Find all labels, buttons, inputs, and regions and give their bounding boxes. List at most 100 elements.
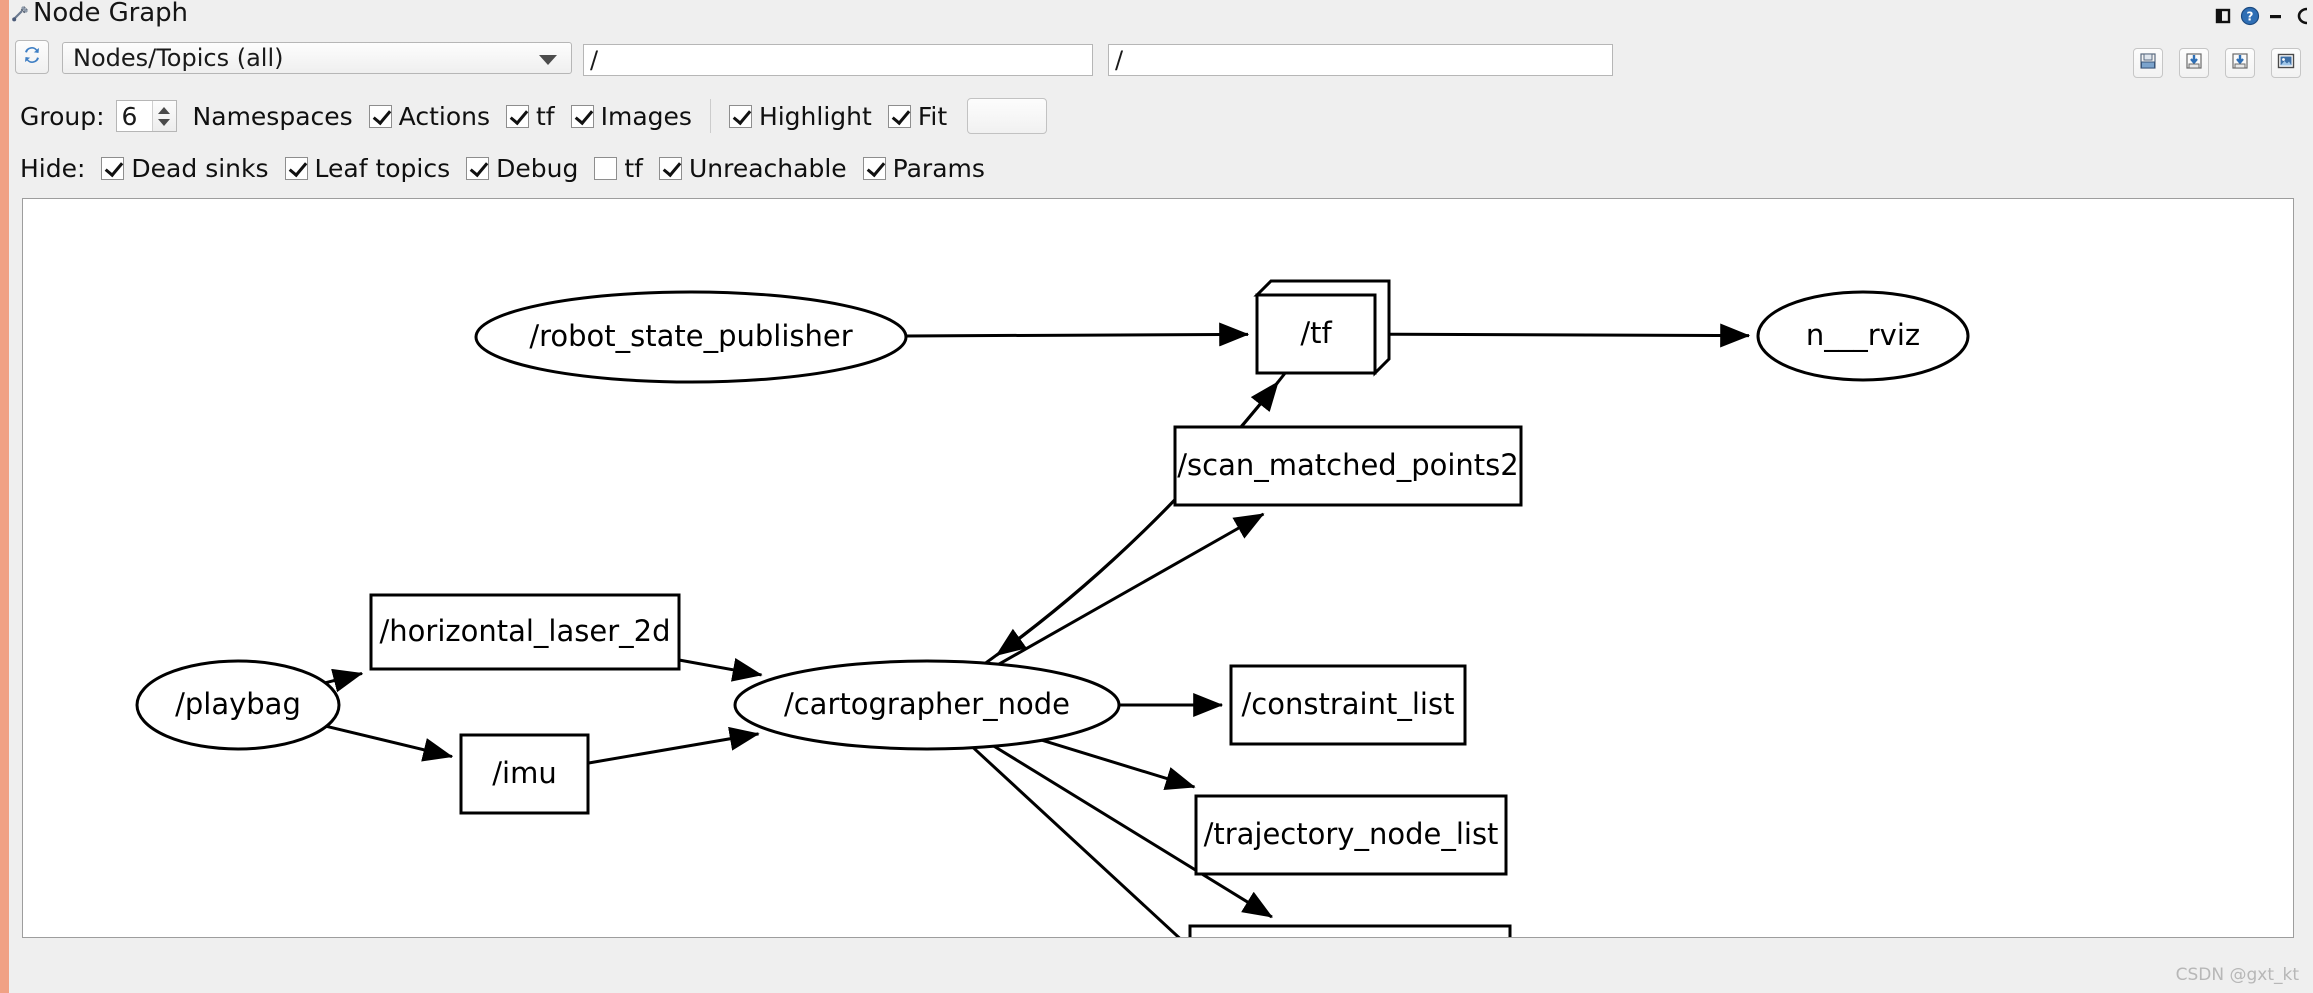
- group-value: 6: [121, 101, 138, 131]
- checkbox-images[interactable]: Images: [570, 101, 692, 131]
- checkbox-label: Actions: [398, 101, 490, 131]
- graph-node-trajectory_node_list[interactable]: /trajectory_node_list: [1194, 794, 1508, 876]
- checkbox-fit[interactable]: Fit: [887, 102, 947, 131]
- graph-node-constraint_list[interactable]: /constraint_list: [1229, 664, 1467, 746]
- graph-node-label: /trajectory_node_list: [1204, 817, 1499, 851]
- graph-node-imu[interactable]: /imu: [459, 733, 590, 815]
- chevron-down-icon: [539, 55, 557, 65]
- fit-in-view-button[interactable]: [967, 98, 1048, 134]
- refresh-icon: [21, 44, 43, 70]
- topic-filter-input[interactable]: /: [1108, 44, 1613, 76]
- checkbox-box[interactable]: [887, 104, 911, 128]
- group-spinner-buttons[interactable]: [151, 101, 176, 131]
- hide-options-row: Hide: Dead sinks Leaf topics Debug tf Un…: [20, 152, 985, 184]
- graph-node-horizontal_laser_2d[interactable]: /horizontal_laser_2d: [369, 593, 681, 671]
- refresh-button[interactable]: [15, 40, 49, 74]
- status-bar: CSDN @gxt_kt: [9, 945, 2313, 993]
- graph-node-playbag[interactable]: /playbag: [135, 659, 341, 751]
- graph-node-cartographer_node[interactable]: /cartographer_node: [733, 659, 1121, 751]
- checkbox-label: Highlight: [758, 101, 872, 131]
- checkbox-box[interactable]: [862, 156, 886, 180]
- spinner-up-icon[interactable]: [158, 106, 171, 114]
- graph-edge-cartographer_node-to-tf: [984, 381, 1280, 665]
- namespaces-label: Namespaces: [192, 101, 353, 131]
- graph-node-label: n___rviz: [1806, 318, 1920, 352]
- checkbox-actions[interactable]: Actions: [368, 101, 490, 131]
- toolbar-right-buttons: [2133, 48, 2301, 78]
- checkbox-box[interactable]: [658, 156, 682, 180]
- checkbox-box[interactable]: [101, 156, 125, 180]
- close-icon[interactable]: [2291, 5, 2313, 27]
- graph-type-select[interactable]: Nodes/Topics (all): [62, 42, 572, 74]
- checkbox-label: Leaf topics: [314, 153, 451, 183]
- checkbox-label: Images: [600, 101, 692, 131]
- open-folder-icon: [2138, 51, 2158, 75]
- graph-node-n_rviz[interactable]: n___rviz: [1756, 290, 1970, 382]
- graph-node-label: /horizontal_laser_2d: [380, 614, 671, 648]
- save-down-icon: [2230, 51, 2250, 75]
- checkbox-hide-tf[interactable]: tf: [594, 154, 643, 183]
- graph-edge-imu-to-cartographer_node: [587, 726, 760, 765]
- tools-icon: [11, 3, 31, 23]
- graph-node-tf[interactable]: /tf: [1253, 279, 1391, 377]
- checkbox-box[interactable]: [594, 156, 618, 180]
- node-graph-window: Node Graph ? Nodes/Topics (all) / / Grou…: [0, 0, 2313, 993]
- checkbox-box[interactable]: [728, 104, 752, 128]
- checkbox-box[interactable]: [466, 156, 490, 180]
- load-dot-button[interactable]: [2133, 48, 2163, 78]
- checkbox-debug[interactable]: Debug: [466, 154, 578, 183]
- title-bar: Node Graph ?: [9, 0, 2313, 32]
- graph-node-label: /scan_matched_points2: [1177, 448, 1518, 482]
- node-filter-input[interactable]: /: [583, 44, 1093, 76]
- minimize-icon[interactable]: [2265, 5, 2287, 27]
- hide-label: Hide:: [20, 153, 86, 183]
- graph-nodes: /robot_state_publisher/tf n___rviz/scan_m…: [135, 279, 1970, 937]
- ros-node-graph: /robot_state_publisher/tf n___rviz/scan_m…: [135, 279, 1970, 937]
- checkbox-label: tf: [536, 101, 555, 131]
- checkbox-box[interactable]: [284, 156, 308, 180]
- graph-node-label: /imu: [492, 756, 556, 790]
- graph-edge-cartographer_node-to-trajectory_node_list: [1041, 738, 1196, 791]
- graph-node-label: /robot_state_publisher: [529, 319, 852, 353]
- save-image-button[interactable]: [2271, 48, 2301, 78]
- svg-text:?: ?: [2247, 10, 2254, 24]
- save-dot-button[interactable]: [2179, 48, 2209, 78]
- checkbox-label: tf: [624, 153, 643, 183]
- checkbox-box[interactable]: [506, 104, 529, 128]
- graph-node-landmark_poses_list[interactable]: /landmark_poses_list: [1188, 924, 1512, 937]
- graph-node-scan_matched_points2[interactable]: /scan_matched_points2: [1173, 425, 1523, 507]
- graph-canvas[interactable]: /robot_state_publisher/tf n___rviz/scan_m…: [22, 198, 2294, 938]
- window-controls: ?: [2213, 2, 2313, 30]
- checkbox-label: Debug: [496, 153, 579, 183]
- image-icon: [2276, 51, 2296, 75]
- save-dot-button-2[interactable]: [2225, 48, 2255, 78]
- graph-node-label: /playbag: [175, 687, 301, 721]
- checkbox-tf[interactable]: tf: [506, 102, 555, 131]
- checkbox-unreachable[interactable]: Unreachable: [658, 153, 847, 183]
- detach-icon[interactable]: [2213, 5, 2235, 27]
- group-options-row: Group: 6 Namespaces Actions tf Images Hi…: [20, 98, 1048, 134]
- checkbox-label: Dead sinks: [131, 153, 269, 183]
- graph-edge-horizontal_laser_2d-to-cartographer_node: [678, 657, 763, 682]
- checkbox-params[interactable]: Params: [862, 153, 985, 183]
- spinner-down-icon[interactable]: [158, 118, 171, 126]
- checkbox-box[interactable]: [368, 104, 392, 128]
- checkbox-label: Unreachable: [688, 153, 847, 183]
- graph-node-label: /constraint_list: [1242, 687, 1455, 721]
- graph-node-label: /cartographer_node: [784, 687, 1070, 721]
- checkbox-dead-sinks[interactable]: Dead sinks: [101, 153, 269, 183]
- group-spinner[interactable]: 6: [115, 100, 177, 132]
- checkbox-label: Params: [892, 153, 985, 183]
- window-left-accent-strip: [0, 0, 9, 993]
- graph-node-label: /tf: [1300, 316, 1332, 350]
- graph-edge-tf-to-n_rviz: [1374, 323, 1751, 348]
- graph-node-robot_state_publisher[interactable]: /robot_state_publisher: [474, 290, 908, 384]
- question-circle-icon[interactable]: ?: [2239, 5, 2261, 27]
- graph-edge-playbag-to-imu: [326, 724, 454, 762]
- graph-edge-cartographer_node-to-scan_matched_points2: [998, 512, 1265, 666]
- checkbox-highlight[interactable]: Highlight: [728, 101, 872, 131]
- watermark-text: CSDN @gxt_kt: [2175, 965, 2299, 985]
- checkbox-box[interactable]: [570, 104, 594, 128]
- group-label: Group:: [20, 101, 105, 131]
- checkbox-leaf-topics[interactable]: Leaf topics: [284, 153, 451, 183]
